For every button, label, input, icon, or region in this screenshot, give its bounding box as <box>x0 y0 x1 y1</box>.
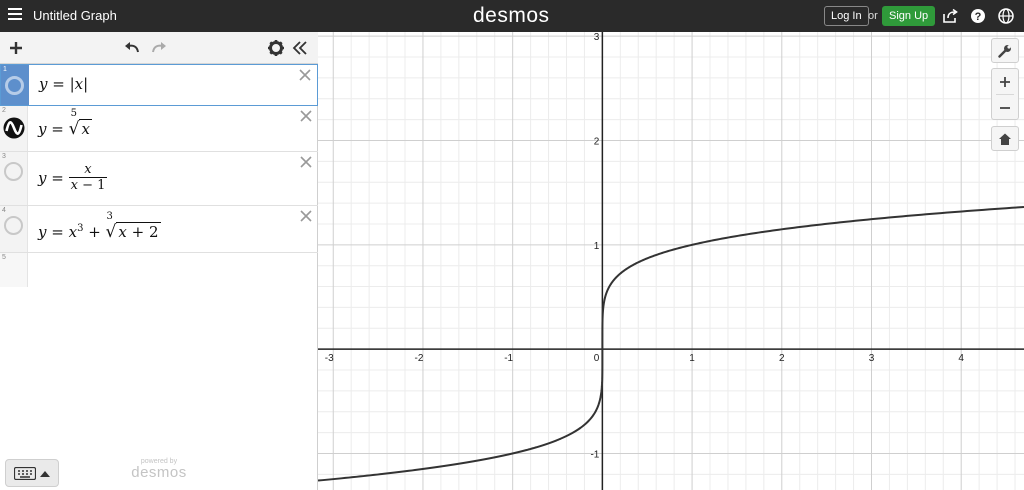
zoom-out-icon[interactable] <box>999 102 1011 114</box>
expression-row[interactable]: 3 y = x x − 1 <box>0 152 318 206</box>
tick-label: 4 <box>958 353 964 364</box>
svg-text:?: ? <box>975 11 982 23</box>
settings-icon[interactable] <box>266 38 286 58</box>
expression-formula[interactable]: y = 5 √ x <box>38 108 103 139</box>
share-icon[interactable] <box>942 8 958 24</box>
hidden-graph-icon[interactable] <box>4 162 23 181</box>
expression-index: 3 <box>2 153 6 160</box>
expression-index: 1 <box>3 66 7 73</box>
expression-index: 2 <box>2 107 6 114</box>
graph-visible-icon[interactable] <box>3 117 25 139</box>
expression-panel: 1 y = |x| 2 y = 5 √ x 3 y = x x − 1 4 y … <box>0 32 318 490</box>
caret-up-icon <box>40 471 50 477</box>
home-icon <box>999 133 1011 145</box>
add-icon[interactable] <box>6 38 26 58</box>
desmos-logo: desmos <box>473 4 550 27</box>
delete-icon[interactable] <box>300 210 312 222</box>
expression-tab[interactable]: 1 <box>1 65 29 105</box>
expression-tab[interactable]: 4 <box>0 206 28 252</box>
redo-icon[interactable] <box>149 38 169 58</box>
login-button[interactable]: Log In <box>824 6 869 26</box>
language-icon[interactable] <box>998 8 1014 24</box>
expression-index: 4 <box>2 207 6 214</box>
tick-label: 1 <box>594 241 600 252</box>
expression-formula[interactable]: y = |x| <box>39 75 88 93</box>
or-text: or <box>868 10 878 22</box>
expression-formula[interactable]: y = x3 + 3 √ x + 2 <box>38 211 161 242</box>
graph-canvas[interactable]: -3 -2 -1 0 1 2 3 4 3 2 1 -1 <box>318 32 1024 490</box>
tick-label: -2 <box>415 353 424 364</box>
delete-icon[interactable] <box>299 69 311 81</box>
expression-index: 5 <box>2 254 6 261</box>
hidden-graph-icon[interactable] <box>5 76 24 95</box>
delete-icon[interactable] <box>300 110 312 122</box>
powered-by-logo: powered by desmos <box>131 458 187 481</box>
home-button[interactable] <box>991 126 1019 151</box>
graph-plot[interactable]: -3 -2 -1 0 1 2 3 4 3 2 1 -1 <box>318 32 1024 490</box>
expression-tab[interactable]: 5 <box>0 253 28 287</box>
graph-settings-button[interactable] <box>991 38 1019 63</box>
expression-row[interactable]: 1 y = |x| <box>0 64 318 106</box>
tick-label: 3 <box>869 353 875 364</box>
curve-fifth-root[interactable] <box>318 205 1024 482</box>
menu-icon[interactable] <box>8 8 22 22</box>
delete-icon[interactable] <box>300 156 312 168</box>
tick-label: 3 <box>594 32 600 43</box>
expression-formula[interactable]: y = x x − 1 <box>38 162 108 193</box>
tick-label: 0 <box>594 353 600 364</box>
tick-label: -1 <box>590 449 599 460</box>
expression-row-empty[interactable]: 5 <box>0 253 318 287</box>
top-bar: Untitled Graph desmos Log In or Sign Up … <box>0 0 1024 32</box>
tick-label: 2 <box>594 137 600 148</box>
zoom-controls <box>991 68 1019 120</box>
keyboard-toggle-button[interactable] <box>5 459 59 487</box>
tick-label: 1 <box>689 353 695 364</box>
undo-icon[interactable] <box>122 38 142 58</box>
expression-row[interactable]: 4 y = x3 + 3 √ x + 2 <box>0 206 318 253</box>
tick-label: 2 <box>779 353 785 364</box>
hidden-graph-icon[interactable] <box>4 216 23 235</box>
expression-tab[interactable]: 3 <box>0 152 28 205</box>
wrench-icon <box>998 45 1011 58</box>
keyboard-icon <box>14 467 36 480</box>
collapse-icon[interactable] <box>290 38 310 58</box>
zoom-in-icon[interactable] <box>999 76 1011 88</box>
graph-title[interactable]: Untitled Graph <box>33 8 117 23</box>
expression-toolbar <box>0 32 318 64</box>
signup-button[interactable]: Sign Up <box>882 6 936 26</box>
expression-row[interactable]: 2 y = 5 √ x <box>0 106 318 152</box>
tick-label: -1 <box>504 353 513 364</box>
tick-label: -3 <box>325 353 334 364</box>
help-icon[interactable]: ? <box>970 8 986 24</box>
expression-list: 1 y = |x| 2 y = 5 √ x 3 y = x x − 1 4 y … <box>0 64 318 287</box>
expression-tab[interactable]: 2 <box>0 106 28 151</box>
